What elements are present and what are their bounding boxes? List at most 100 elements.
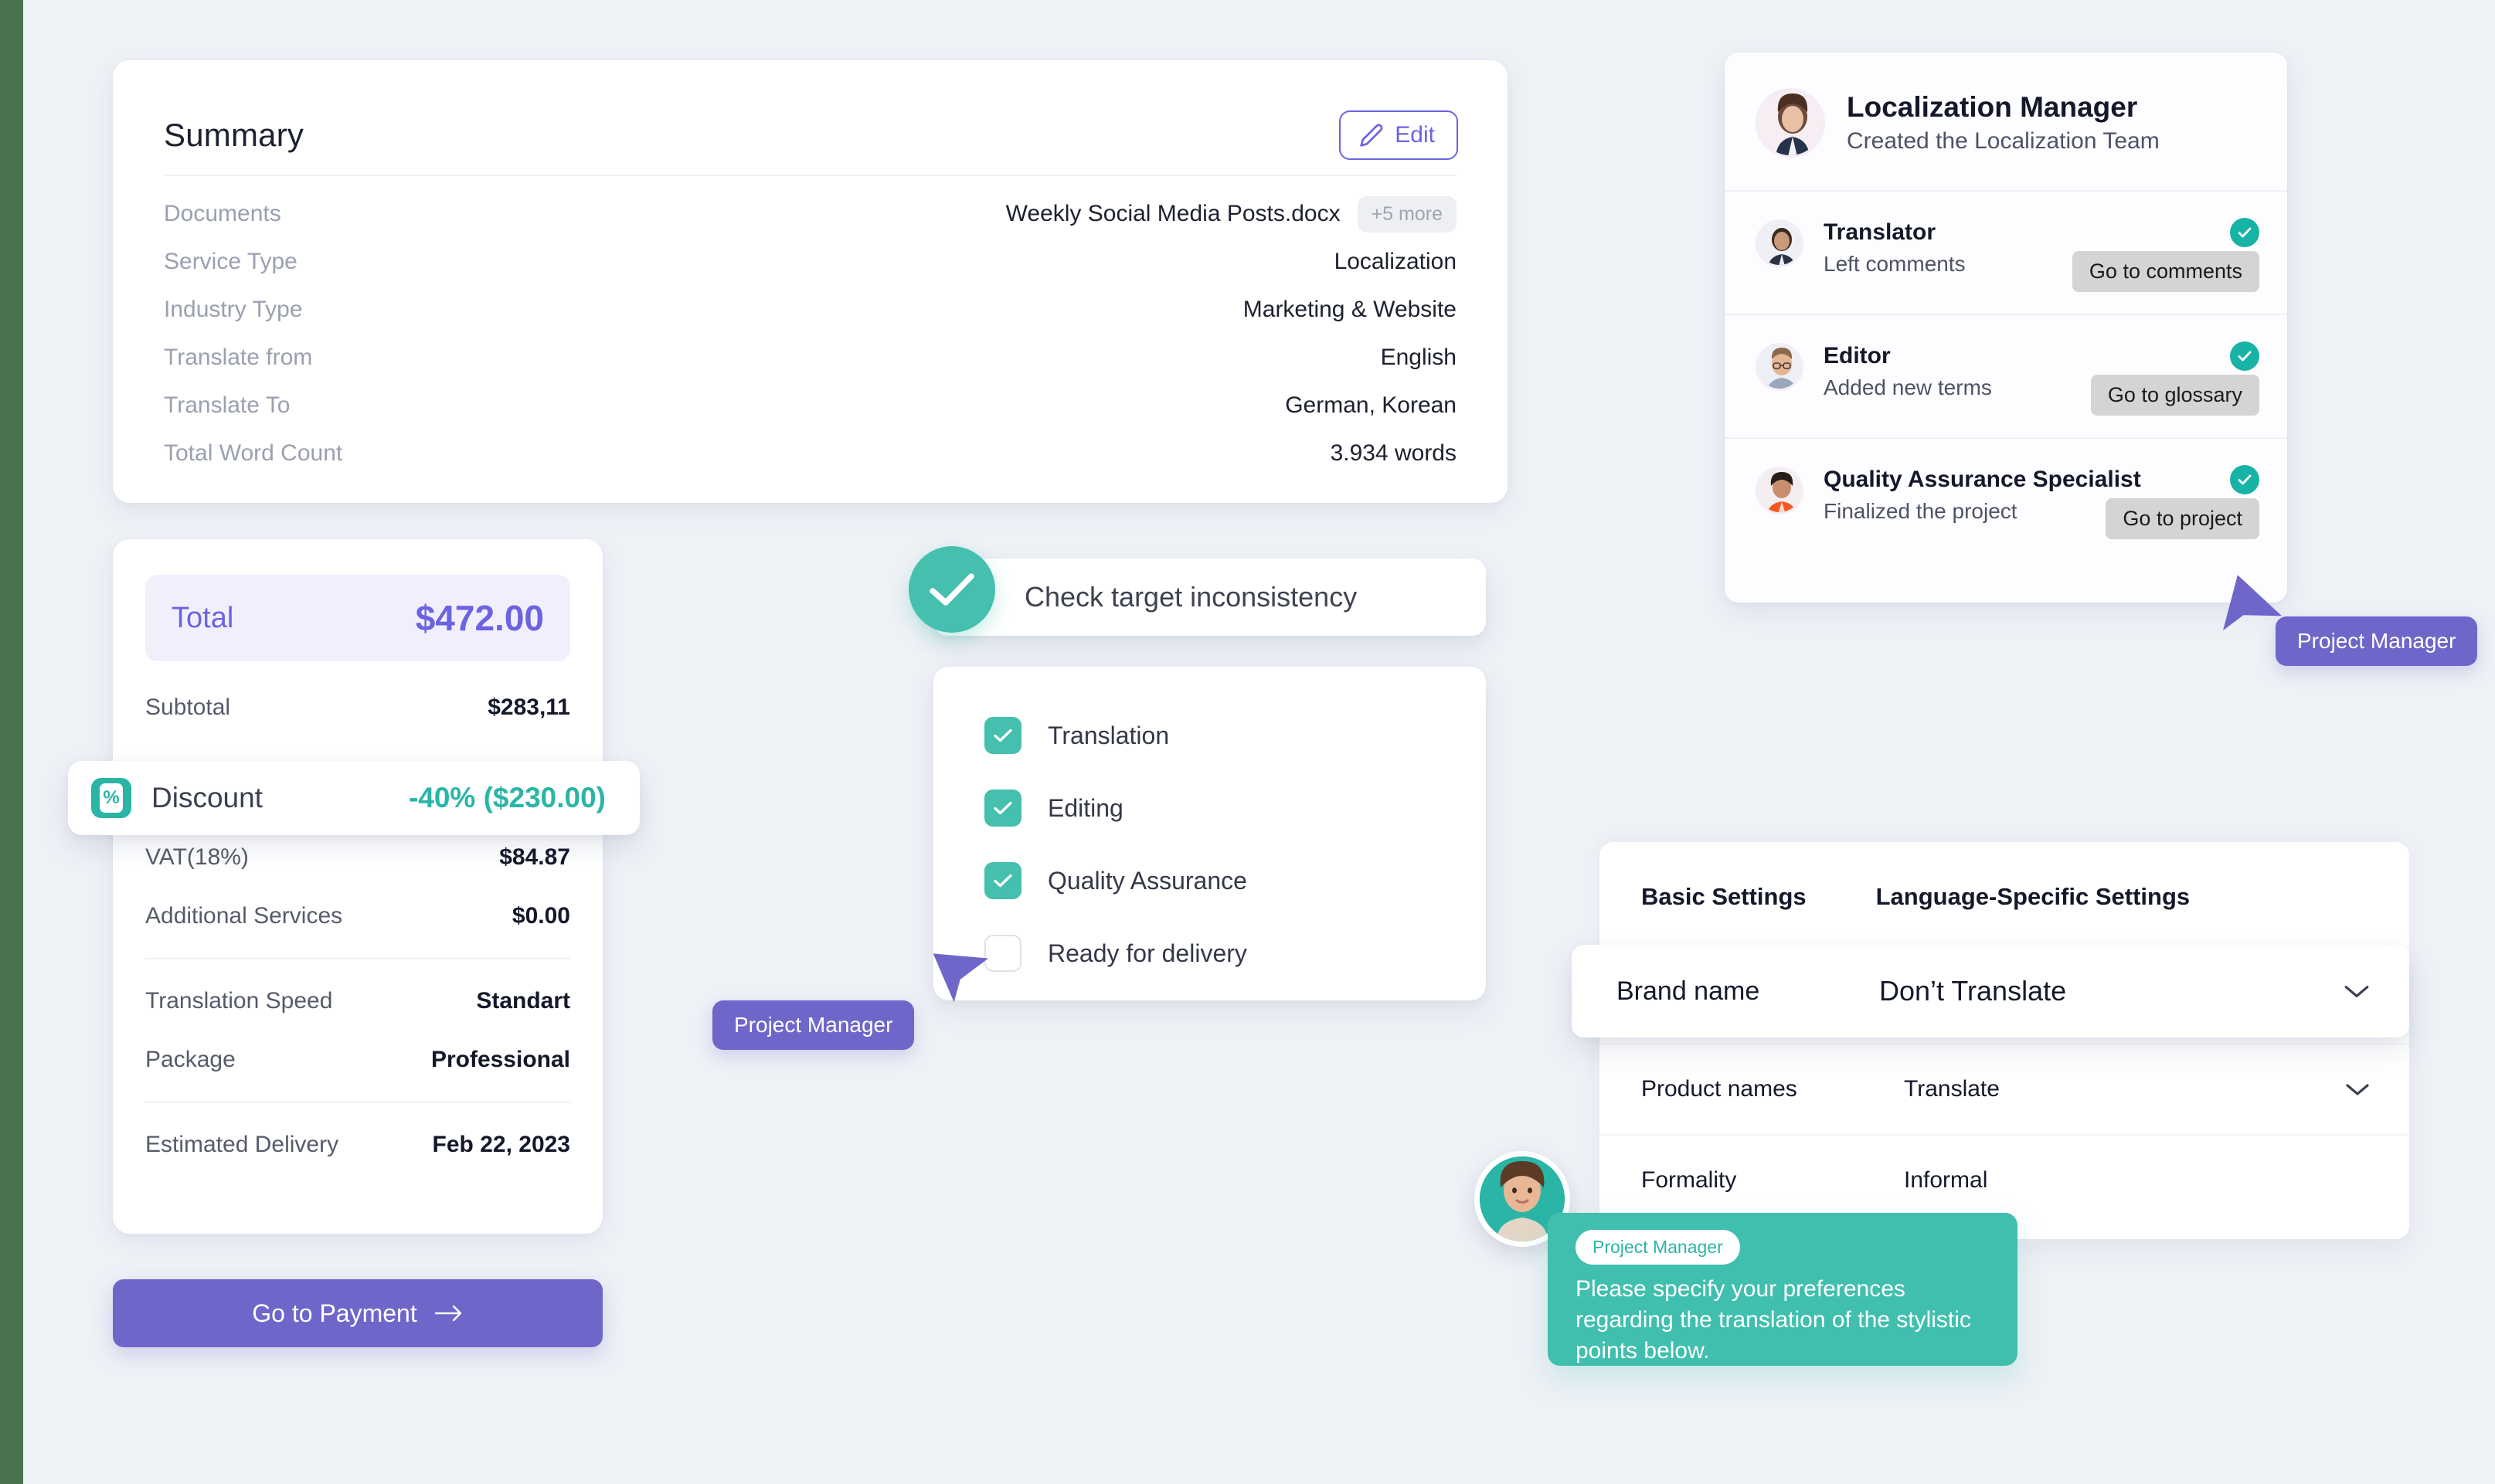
- summary-row-translate-from: Translate from English: [164, 334, 1457, 382]
- row-value: $283,11: [488, 694, 570, 720]
- go-to-payment-button[interactable]: Go to Payment: [113, 1279, 603, 1347]
- status-check-icon: [2230, 465, 2259, 494]
- pricing-row-package: Package Professional: [113, 1031, 603, 1089]
- avatar-localization-manager: [1756, 88, 1825, 158]
- percent-glyph: %: [100, 783, 123, 813]
- row-value: Feb 22, 2023: [432, 1132, 570, 1157]
- avatar-editor: [1756, 343, 1803, 391]
- row-label: Translation Speed: [145, 988, 333, 1014]
- checklist-item-label: Ready for delivery: [1048, 939, 1247, 967]
- summary-header: Summary Edit: [113, 60, 1508, 175]
- total-box: Total $472.00: [145, 575, 570, 661]
- settings-tabs: Basic Settings Language-Specific Setting…: [1599, 842, 2409, 952]
- checklist-item-label: Quality Assurance: [1048, 866, 1247, 895]
- team-header-subtitle: Created the Localization Team: [1847, 128, 2160, 154]
- row-value: Don’t Translate: [1879, 975, 2067, 1007]
- team-row-editor: Editor Added new terms Go to glossary: [1725, 314, 2287, 437]
- more-documents-chip[interactable]: +5 more: [1357, 195, 1457, 233]
- settings-row-brand-name[interactable]: Brand name Don’t Translate: [1572, 945, 2409, 1037]
- settings-row-formality[interactable]: Formality Informal: [1599, 1134, 2409, 1225]
- row-value: $0.00: [512, 903, 570, 929]
- document-name: Weekly Social Media Posts.docx: [1005, 201, 1341, 226]
- team-member-activity: Left comments: [1824, 252, 1966, 276]
- go-to-project-button[interactable]: Go to project: [2106, 498, 2259, 539]
- checkbox-checked-icon[interactable]: [984, 862, 1021, 899]
- go-to-comments-button[interactable]: Go to comments: [2072, 251, 2259, 292]
- pricing-row-translation-speed: Translation Speed Standart: [113, 972, 603, 1031]
- chat-message: Please specify your preferences regardin…: [1576, 1276, 1971, 1363]
- checklist-item-label: Translation: [1048, 721, 1170, 749]
- team-card-header: Localization Manager Created the Localiz…: [1725, 53, 2287, 190]
- row-value: $84.87: [499, 844, 570, 870]
- summary-row-total-word-count: Total Word Count 3.934 words: [164, 430, 1457, 477]
- chevron-down-icon[interactable]: [2344, 1082, 2371, 1097]
- row-value: German, Korean: [1285, 392, 1457, 418]
- pencil-icon: [1359, 123, 1384, 148]
- team-row-qa-specialist: Quality Assurance Specialist Finalized t…: [1725, 437, 2287, 561]
- pricing-row-vat: VAT(18%) $84.87: [113, 828, 603, 887]
- tab-language-specific-settings[interactable]: Language-Specific Settings: [1876, 883, 2191, 911]
- row-label: Package: [145, 1047, 236, 1072]
- team-member-role: Quality Assurance Specialist: [1824, 467, 2141, 492]
- row-value: Informal: [1904, 1167, 1988, 1193]
- row-label: Translate from: [164, 345, 313, 370]
- go-to-glossary-button[interactable]: Go to glossary: [2090, 375, 2259, 416]
- summary-row-translate-to: Translate To German, Korean: [164, 382, 1457, 430]
- checklist-item-quality-assurance[interactable]: Quality Assurance: [984, 844, 1486, 917]
- app-canvas: Summary Edit Documents Weekly Social Med…: [0, 0, 2495, 1484]
- summary-row-documents: Documents Weekly Social Media Posts.docx…: [164, 190, 1457, 238]
- status-check-icon: [2230, 341, 2259, 371]
- check-target-inconsistency-banner[interactable]: Check target inconsistency: [909, 546, 1486, 636]
- pricing-row-subtotal: Subtotal $283,11: [113, 678, 603, 737]
- tab-basic-settings[interactable]: Basic Settings: [1641, 883, 1807, 911]
- chevron-down-icon[interactable]: [2343, 983, 2371, 1000]
- row-value: Localization: [1334, 249, 1457, 274]
- row-value: Professional: [430, 1047, 570, 1072]
- check-circle-icon: [909, 546, 995, 633]
- pricing-row-additional-services: Additional Services $0.00: [113, 887, 603, 946]
- checkbox-checked-icon[interactable]: [984, 790, 1021, 827]
- checklist-item-translation[interactable]: Translation: [984, 699, 1486, 772]
- discount-label: Discount: [151, 782, 263, 813]
- left-edge-strip: [0, 0, 23, 1484]
- checklist-card: Translation Editing Quality Assurance Re…: [933, 667, 1486, 1000]
- checkbox-checked-icon[interactable]: [984, 717, 1021, 754]
- summary-row-industry-type: Industry Type Marketing & Website: [164, 286, 1457, 334]
- chat-author-tag: Project Manager: [1576, 1230, 1740, 1265]
- summary-row-service-type: Service Type Localization: [164, 238, 1457, 286]
- cursor-label-team: Project Manager: [2276, 616, 2478, 666]
- team-member-activity: Added new terms: [1824, 375, 1992, 399]
- edit-button-label: Edit: [1395, 122, 1435, 148]
- team-member-activity: Finalized the project: [1824, 499, 2017, 523]
- page-title: Summary: [164, 117, 304, 153]
- pricing-divider-2: [145, 1102, 570, 1103]
- edit-button[interactable]: Edit: [1339, 110, 1458, 160]
- team-row-translator: Translator Left comments Go to comments: [1725, 190, 2287, 314]
- row-label: Documents: [164, 201, 281, 226]
- cursor-pointer-checklist: [923, 935, 994, 1006]
- row-value: Weekly Social Media Posts.docx +5 more: [1005, 195, 1457, 233]
- row-value: 3.934 words: [1330, 440, 1457, 466]
- team-member-role: Editor: [1824, 343, 1891, 368]
- discount-row[interactable]: % Discount -40% ($230.00): [68, 761, 640, 835]
- status-check-icon: [2230, 218, 2259, 247]
- pricing-divider-1: [145, 958, 570, 959]
- arrow-right-icon: [434, 1303, 464, 1323]
- settings-row-product-names[interactable]: Product names Translate: [1599, 1043, 2409, 1134]
- avatar-qa-specialist: [1756, 467, 1803, 514]
- chat-bubble: Project Manager Please specify your pref…: [1548, 1213, 2017, 1366]
- total-value: $472.00: [415, 598, 544, 638]
- summary-rows: Documents Weekly Social Media Posts.docx…: [113, 176, 1508, 477]
- row-label: Translate To: [164, 392, 291, 418]
- row-label: Service Type: [164, 249, 297, 274]
- row-value: English: [1380, 345, 1457, 370]
- avatar-translator: [1756, 219, 1803, 267]
- checklist-item-ready-for-delivery[interactable]: Ready for delivery: [984, 917, 1486, 990]
- checklist-item-editing[interactable]: Editing: [984, 772, 1486, 844]
- row-label: Total Word Count: [164, 440, 343, 466]
- team-member-role: Translator: [1824, 219, 1936, 245]
- row-label: Brand name: [1616, 976, 1760, 1006]
- row-label: Subtotal: [145, 694, 231, 720]
- pricing-card: Total $472.00 Subtotal $283,11 VAT(18%) …: [113, 539, 603, 1234]
- discount-value: -40% ($230.00): [408, 782, 606, 813]
